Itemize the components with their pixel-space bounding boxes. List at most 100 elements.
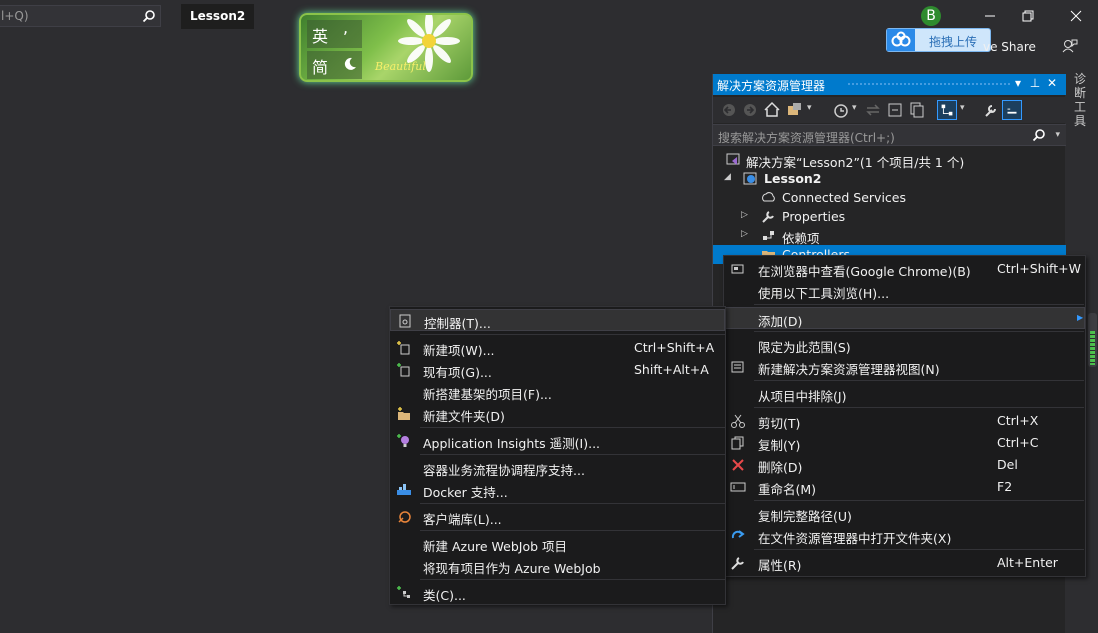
- client-library-icon: [398, 511, 411, 523]
- live-share-button[interactable]: ve Share: [983, 40, 1036, 54]
- tree-item-dependencies[interactable]: ▷ 依赖项: [713, 226, 1066, 246]
- web-project-icon: [743, 172, 757, 185]
- menu-item-label: 重命名(M): [758, 482, 817, 497]
- menu-item-exclude-from-project[interactable]: 从项目中排除(J): [724, 383, 1085, 405]
- dropdown-arrow-icon[interactable]: ▾: [1010, 76, 1026, 90]
- baidu-cloud-icon: [887, 29, 915, 51]
- menu-separator: [420, 427, 725, 428]
- diagnostic-tools-label: 诊断工具: [1074, 72, 1087, 128]
- menu-item-label: 复制完整路径(U): [758, 509, 852, 524]
- new-view-icon: [731, 361, 744, 373]
- connected-services-icon: [762, 192, 775, 202]
- close-panel-icon[interactable]: ✕: [1044, 76, 1060, 90]
- menu-item-copy[interactable]: 复制(Y) Ctrl+C: [724, 432, 1085, 454]
- scrollbar-thumb[interactable]: [1088, 313, 1097, 367]
- menu-item-open-in-explorer[interactable]: 在文件资源管理器中打开文件夹(X): [724, 525, 1085, 547]
- menu-item-label: 容器业务流程协调程序支持...: [423, 463, 585, 478]
- menu-item-copy-full-path[interactable]: 复制完整路径(U): [724, 503, 1085, 525]
- wrench-icon: [731, 557, 744, 570]
- menu-separator: [754, 331, 1084, 332]
- ime-punctuation[interactable]: ,: [343, 18, 348, 37]
- ime-toolbar[interactable]: 英 , 简 Beautiful: [299, 13, 473, 82]
- submenu-item-new-webjob[interactable]: 新建 Azure WebJob 项目: [390, 533, 725, 555]
- submenu-item-controller[interactable]: 控制器(T)...: [390, 309, 725, 331]
- filter-dropdown-icon[interactable]: ▾: [852, 103, 857, 113]
- menu-item-view-in-browser[interactable]: 在浏览器中查看(Google Chrome)(B) Ctrl+Shift+W: [724, 258, 1085, 280]
- menu-item-browse-with[interactable]: 使用以下工具浏览(H)...: [724, 280, 1085, 302]
- tree-item-solution[interactable]: 解决方案“Lesson2”(1 个项目/共 1 个): [713, 150, 1066, 170]
- menu-item-delete[interactable]: 删除(D) Del: [724, 454, 1085, 476]
- submenu-item-new-item[interactable]: 新建项(W)... Ctrl+Shift+A: [390, 337, 725, 359]
- solution-explorer-title: 解决方案资源管理器: [717, 79, 826, 93]
- tree-item-properties[interactable]: ▷ Properties: [713, 207, 1066, 226]
- submenu-item-new-folder[interactable]: 新建文件夹(D): [390, 403, 725, 425]
- home-icon[interactable]: [762, 100, 782, 120]
- submenu-item-client-library[interactable]: 客户端库(L)...: [390, 506, 725, 528]
- sync-icon[interactable]: [863, 100, 883, 120]
- menu-item-label: 限定为此范围(S): [758, 340, 851, 355]
- menu-item-cut[interactable]: 剪切(T) Ctrl+X: [724, 410, 1085, 432]
- collapsed-arrow-icon[interactable]: ▷: [741, 229, 751, 239]
- quick-launch-search[interactable]: l+Q): [0, 5, 161, 27]
- collapse-all-icon[interactable]: [885, 100, 905, 120]
- menu-item-new-view[interactable]: 新建解决方案资源管理器视图(N): [724, 356, 1085, 378]
- submenu-item-orchestrator-support[interactable]: 容器业务流程协调程序支持...: [390, 457, 725, 479]
- pending-changes-filter-icon[interactable]: [831, 100, 851, 120]
- solution-explorer-titlebar[interactable]: 解决方案资源管理器 ▾ ⊥ ✕: [713, 74, 1066, 95]
- menu-separator: [754, 304, 1084, 305]
- add-submenu: 控制器(T)... 新建项(W)... Ctrl+Shift+A 现有项(G).…: [389, 306, 726, 605]
- expanded-arrow-icon[interactable]: ◢: [724, 172, 734, 182]
- properties-wrench-icon[interactable]: [981, 100, 1001, 120]
- menu-item-label: Application Insights 遥测(I)...: [423, 436, 601, 451]
- submenu-item-app-insights[interactable]: Application Insights 遥测(I)...: [390, 430, 725, 452]
- menu-separator: [754, 500, 1084, 501]
- submenu-item-docker-support[interactable]: Docker 支持...: [390, 479, 725, 501]
- menu-item-label: 从项目中排除(J): [758, 389, 847, 404]
- tree-view-icon[interactable]: [937, 100, 957, 120]
- solution-explorer-toolbar: ▾ ▾ ▾: [713, 97, 1066, 123]
- close-icon[interactable]: [1066, 8, 1086, 24]
- submenu-item-existing-item[interactable]: 现有项(G)... Shift+Alt+A: [390, 359, 725, 381]
- ime-skin-text: Beautiful: [375, 60, 426, 73]
- ime-charset-row[interactable]: 简: [307, 51, 362, 79]
- submenu-item-existing-webjob[interactable]: 将现有项目作为 Azure WebJob: [390, 555, 725, 577]
- search-icon[interactable]: [142, 9, 156, 23]
- submenu-item-scaffolded-item[interactable]: 新搭建基架的项目(F)...: [390, 381, 725, 403]
- pin-icon[interactable]: ⊥: [1027, 76, 1043, 90]
- show-all-files-icon[interactable]: [907, 100, 927, 120]
- menu-separator: [754, 549, 1084, 550]
- search-icon[interactable]: [1032, 128, 1046, 142]
- menu-item-label: 新建解决方案资源管理器视图(N): [758, 362, 940, 377]
- menu-item-label: 复制(Y): [758, 438, 801, 453]
- search-options-icon[interactable]: ▾: [1055, 130, 1060, 140]
- menu-item-shortcut: Ctrl+Shift+W: [997, 261, 1081, 276]
- preview-icon[interactable]: [1002, 100, 1022, 120]
- tree-item-project[interactable]: ◢ Lesson2: [713, 169, 1066, 188]
- avatar[interactable]: B: [921, 6, 941, 26]
- submenu-item-class[interactable]: 类(C)...: [390, 582, 725, 604]
- menu-item-label: 客户端库(L)...: [423, 512, 502, 527]
- menu-item-label: 现有项(G)...: [423, 365, 492, 380]
- menu-item-add[interactable]: 添加(D) ▶: [724, 307, 1085, 329]
- tree-dropdown-icon[interactable]: ▾: [960, 103, 965, 113]
- ime-charset[interactable]: 简: [312, 54, 328, 78]
- tree-item-label: Connected Services: [782, 190, 906, 205]
- forward-icon[interactable]: [740, 100, 760, 120]
- solution-explorer-search[interactable]: 搜索解决方案资源管理器(Ctrl+;) ▾: [713, 124, 1066, 146]
- ime-language-row[interactable]: 英 ,: [307, 18, 362, 48]
- restore-icon[interactable]: [1018, 8, 1038, 24]
- drag-upload-button[interactable]: 拖拽上传: [886, 28, 991, 52]
- switch-views-icon[interactable]: [785, 100, 805, 120]
- back-icon[interactable]: [719, 100, 739, 120]
- feedback-icon[interactable]: [1062, 38, 1078, 54]
- moon-icon[interactable]: [343, 57, 357, 71]
- menu-item-rename[interactable]: 重命名(M) F2: [724, 476, 1085, 498]
- minimize-icon[interactable]: [980, 8, 1000, 24]
- menu-item-scope-to-this[interactable]: 限定为此范围(S): [724, 334, 1085, 356]
- ime-language[interactable]: 英: [312, 23, 328, 47]
- menu-item-properties[interactable]: 属性(R) Alt+Enter: [724, 552, 1085, 574]
- collapsed-arrow-icon[interactable]: ▷: [741, 210, 751, 220]
- tree-item-connected-services[interactable]: Connected Services: [713, 188, 1066, 207]
- switch-views-dropdown-icon[interactable]: ▾: [807, 103, 812, 113]
- copy-icon: [731, 436, 744, 450]
